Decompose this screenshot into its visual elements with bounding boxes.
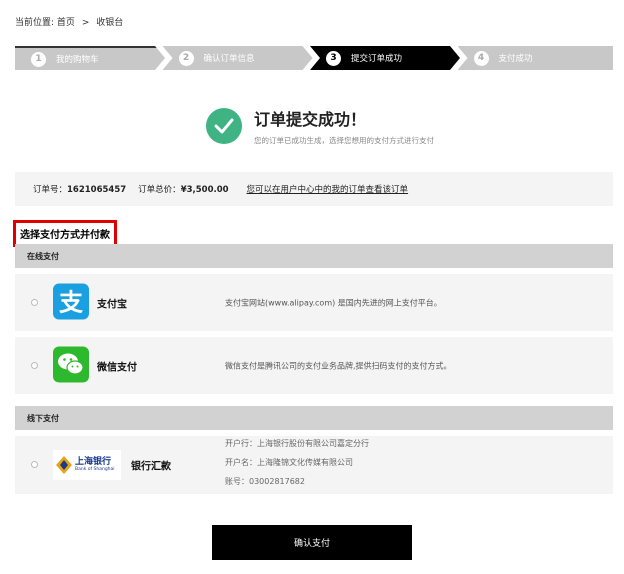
order-total: 订单总价：¥3,500.00 [138, 183, 228, 195]
bank-branch: 开户行：上海银行股份有限公司嘉定分行 [225, 439, 369, 448]
breadcrumb-prefix: 当前位置: [15, 18, 55, 28]
bank-radio[interactable] [31, 461, 38, 468]
step-label: 提交订单成功 [351, 54, 403, 64]
check-icon [206, 108, 242, 144]
checkout-steps: 1 我的购物车 2 确认订单信息 3 提交订单成功 4 支付成功 [15, 46, 613, 70]
payment-option-bank-transfer[interactable]: 上海银行 Bank of Shanghai 银行汇款 开户行：上海银行股份有限公… [15, 436, 613, 494]
order-total-value: ¥3,500.00 [180, 185, 229, 195]
step-payment-success: 4 支付成功 [457, 46, 613, 70]
success-message: 订单提交成功！ 您的订单已成功生成，选择您想用的支付方式进行支付 [206, 106, 434, 146]
step-label: 确认订单信息 [203, 54, 255, 64]
online-payment-header: 在线支付 [15, 244, 613, 268]
step-number: 2 [178, 50, 194, 66]
step-label: 支付成功 [498, 54, 533, 64]
payment-option-wechat[interactable]: 微信支付 微信支付是腾讯公司的支付业务品牌,提供扫码支付的支付方式。 [15, 337, 613, 394]
view-order-link[interactable]: 您可以在用户中心中的我的订单查看该订单 [247, 183, 409, 195]
step-number: 3 [326, 50, 341, 66]
payment-option-alipay[interactable]: 支 支付宝 支付宝网站(www.alipay.com) 是国内先进的网上支付平台… [15, 274, 613, 331]
confirm-payment-button[interactable]: 确认支付 [212, 525, 412, 560]
alipay-name: 支付宝 [97, 299, 127, 310]
offline-payment-header: 线下支付 [15, 406, 613, 430]
breadcrumb: 当前位置: 首页 > 收银台 [15, 15, 123, 28]
wechat-description: 微信支付是腾讯公司的支付业务品牌,提供扫码支付的支付方式。 [225, 361, 452, 370]
alipay-radio[interactable] [31, 298, 38, 306]
bank-account-name: 开户名：上海隆锦文化传媒有限公司 [225, 458, 353, 467]
order-number: 订单号：1621065457 [33, 183, 126, 195]
alipay-description: 支付宝网站(www.alipay.com) 是国内先进的网上支付平台。 [225, 298, 442, 307]
breadcrumb-separator: > [81, 18, 90, 28]
success-subtitle: 您的订单已成功生成，选择您想用的支付方式进行支付 [254, 136, 434, 145]
bank-logo-cn: 上海银行 [75, 457, 112, 467]
svg-text:支: 支 [59, 288, 84, 316]
alipay-icon: 支 [53, 283, 89, 322]
bank-of-shanghai-logo: 上海银行 Bank of Shanghai [53, 450, 121, 480]
step-cart: 1 我的购物车 [15, 46, 165, 70]
order-total-label: 订单总价： [138, 185, 181, 195]
breadcrumb-home-link[interactable]: 首页 [57, 18, 75, 28]
wechat-radio[interactable] [31, 361, 38, 369]
step-number: 1 [31, 51, 46, 67]
step-number: 4 [473, 50, 489, 66]
step-label: 我的购物车 [56, 55, 99, 65]
step-confirm-order: 2 确认订单信息 [162, 46, 313, 70]
bank-info: 开户行：上海银行股份有限公司嘉定分行 开户名：上海隆锦文化传媒有限公司 账号：0… [225, 434, 369, 491]
wechat-icon [53, 346, 89, 385]
bank-logo-icon [56, 456, 72, 474]
success-title: 订单提交成功！ [254, 110, 367, 129]
bank-logo-en: Bank of Shanghai [75, 467, 115, 472]
breadcrumb-current: 收银台 [96, 18, 124, 28]
bank-account-number: 账号：03002817682 [225, 477, 305, 486]
order-number-value: 1621065457 [67, 185, 127, 195]
step-submit-order: 3 提交订单成功 [310, 46, 460, 70]
wechat-name: 微信支付 [97, 362, 137, 373]
order-number-label: 订单号： [33, 185, 68, 195]
payment-section-title: 选择支付方式并付款 [13, 220, 117, 247]
order-summary-bar: 订单号：1621065457 订单总价：¥3,500.00 您可以在用户中心中的… [15, 172, 613, 206]
bank-transfer-name: 银行汇款 [131, 461, 171, 473]
